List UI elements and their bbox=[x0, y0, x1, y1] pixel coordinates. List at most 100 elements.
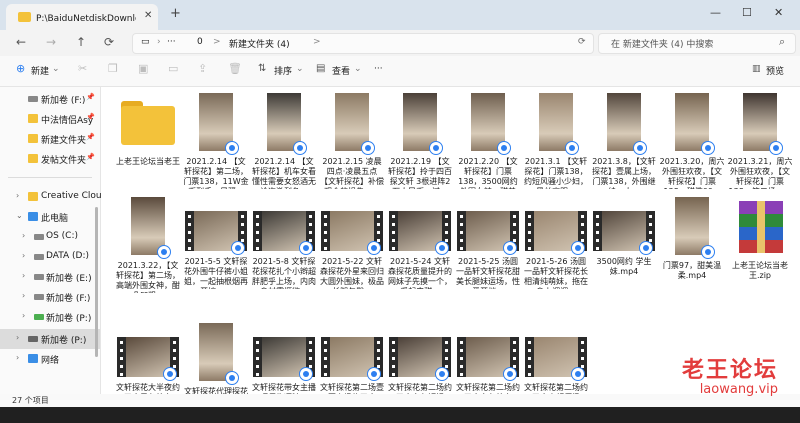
watermark: 老王论坛 laowang.vip bbox=[682, 352, 778, 397]
view-button[interactable]: 查看 bbox=[332, 64, 350, 77]
delete-icon[interactable]: 🗑 bbox=[228, 62, 242, 75]
address-bar[interactable]: ▭ › ··· 0 > 新建文件夹 (4) > ⟳ bbox=[132, 33, 594, 54]
sort-button[interactable]: 排序 bbox=[274, 64, 292, 77]
forward-button[interactable]: → bbox=[46, 35, 56, 49]
sidebar-item-drive-p[interactable]: › 新加卷 (P:) bbox=[0, 307, 100, 327]
computer-icon bbox=[28, 212, 38, 221]
file-name: 2021-5-8 文轩探花探花扎个小辫超胖肥乎上场，内肉身材需撅欲... bbox=[252, 257, 316, 289]
search-box[interactable]: 在 新建文件夹 (4) 中搜索 ⌕ bbox=[598, 33, 796, 54]
sidebar-item-folder[interactable]: 新建文件夹 📌 bbox=[0, 129, 100, 149]
file-item[interactable]: 2021.2.19 【文轩探花】拎于四百探文轩 3根进阵2万人民币，过... bbox=[388, 93, 452, 193]
paste-icon[interactable]: ▣ bbox=[138, 62, 148, 75]
file-item[interactable]: 门票97，甜美温柔.mp4 bbox=[661, 197, 723, 297]
sync-status-icon bbox=[633, 141, 647, 155]
navigation-bar: ← → ↑ ⟳ ▭ › ··· 0 > 新建文件夹 (4) > ⟳ 在 新建文件… bbox=[0, 30, 800, 56]
refresh-button[interactable]: ⟳ bbox=[104, 35, 114, 49]
minimize-button[interactable]: — bbox=[710, 6, 721, 19]
sync-status-icon bbox=[571, 241, 585, 255]
file-item[interactable]: 2021.2.15 凌晨四点·凌晨五点【文轩探花】补偿观众的损失，... bbox=[320, 93, 384, 193]
more-options-button[interactable]: ··· bbox=[374, 64, 383, 74]
folder-icon bbox=[121, 101, 175, 145]
maximize-button[interactable]: ☐ bbox=[742, 6, 752, 19]
path-more-button[interactable]: ··· bbox=[167, 37, 176, 47]
tab-title: P:\BaiduNetdiskDownload\新建 bbox=[36, 14, 136, 24]
new-tab-button[interactable]: + bbox=[170, 6, 181, 21]
file-item[interactable]: 文轩探花第二场约了个白色短裙 bbox=[388, 323, 452, 423]
rename-icon[interactable]: ▭ bbox=[168, 62, 178, 75]
search-input[interactable]: 在 新建文件夹 (4) 中搜索 bbox=[611, 37, 713, 50]
close-tab-icon[interactable]: ✕ bbox=[144, 10, 152, 21]
file-item[interactable]: 2021.3.21，周六外围狂欢夜，【文轩探花】门票138，第二场，... bbox=[728, 93, 792, 193]
file-item[interactable]: 文轩探花代理探花受命约操小熊 bbox=[184, 323, 248, 423]
file-item[interactable]: 2021-5-5 文轩探花外围牛仔裤小姐姐，一起抽根烟再开搞，... bbox=[184, 197, 248, 297]
file-item[interactable]: 2021-5-22 文轩森探花外星来回归大圆外围妹，极品长腿包臀... bbox=[320, 197, 384, 297]
preview-button[interactable]: 预览 bbox=[766, 64, 784, 77]
sidebar-item-drive-e[interactable]: › 新加卷 (E:) bbox=[0, 267, 100, 287]
refresh-icon[interactable]: ⟳ bbox=[578, 37, 586, 47]
scrollbar[interactable] bbox=[95, 207, 98, 357]
pin-icon: 📌 bbox=[86, 153, 95, 161]
file-item[interactable]: 文轩探花第二场约了个白色外套 bbox=[456, 323, 520, 423]
cloud-folder-icon bbox=[28, 192, 38, 201]
sidebar-item-label: 网络 bbox=[41, 356, 60, 366]
file-item[interactable]: 上老王论坛当老王 bbox=[116, 93, 180, 193]
sidebar-item-label: Creative Cloud bbox=[41, 191, 108, 201]
sidebar-item-creative-cloud[interactable]: › Creative Cloud bbox=[0, 187, 107, 207]
sidebar-item-drive-c[interactable]: › OS (C:) bbox=[0, 227, 100, 247]
cut-icon[interactable]: ✂ bbox=[78, 62, 87, 75]
sidebar-item-drive-f[interactable]: › 新加卷 (F:) bbox=[0, 287, 100, 307]
chevron-down-icon[interactable]: ⌄ bbox=[16, 211, 23, 220]
file-item[interactable]: 2021-5-24 文轩森探花质量提升的网妹子先摸一个，采起来甜... bbox=[388, 197, 452, 297]
drive-icon bbox=[34, 294, 44, 300]
file-item[interactable]: 上老王论坛当老王.zip bbox=[729, 197, 791, 297]
file-item[interactable]: 文轩探花带女主播旺仔牛逼糖一 bbox=[252, 323, 316, 423]
sidebar-item-drive-d[interactable]: › DATA (D:) bbox=[0, 247, 100, 267]
file-name: 上老王论坛当老王.zip bbox=[732, 261, 788, 280]
chevron-right-icon[interactable]: › bbox=[16, 333, 19, 342]
file-item[interactable]: 2021.2.14 【文轩探花】第二场，门票138，11W金币到手，风骚... bbox=[183, 93, 249, 193]
back-button[interactable]: ← bbox=[16, 35, 26, 49]
file-item[interactable]: 2021-5-25 汤圆一品轩文轩探花甜美长腿妹运场，性爱开档... bbox=[456, 197, 520, 297]
tab-current[interactable]: P:\BaiduNetdiskDownload\新建 ✕ bbox=[6, 4, 158, 30]
up-button[interactable]: ↑ bbox=[76, 35, 86, 49]
file-item[interactable]: 文轩探花大半夜约了个黑色外套 bbox=[116, 323, 180, 423]
sidebar-item-folder[interactable]: 中法情侣Asy 📌 bbox=[0, 109, 100, 129]
file-item[interactable]: 3500网约 学生妹.mp4 bbox=[593, 197, 655, 297]
copy-icon[interactable]: ❐ bbox=[108, 62, 118, 75]
chevron-right-icon[interactable]: › bbox=[22, 251, 25, 260]
sidebar-item-drive-p-selected[interactable]: › 新加卷 (P:) bbox=[0, 329, 100, 349]
chevron-right-icon[interactable]: › bbox=[16, 353, 19, 362]
chevron-down-icon[interactable]: ⌄ bbox=[354, 64, 362, 74]
chevron-down-icon[interactable]: ⌄ bbox=[52, 64, 60, 74]
sidebar-item-this-pc[interactable]: ⌄ 此电脑 bbox=[0, 207, 100, 227]
chevron-right-icon[interactable]: › bbox=[22, 231, 25, 240]
new-button[interactable]: 新建 bbox=[31, 64, 49, 77]
close-window-button[interactable]: ✕ bbox=[774, 6, 783, 19]
chevron-down-icon[interactable]: ⌄ bbox=[296, 64, 304, 74]
path-segment-root[interactable]: 0 bbox=[197, 37, 203, 47]
file-item[interactable]: 2021.3.20，周六外围狂欢夜，【文轩探花】门票138，甜撒00... bbox=[660, 93, 724, 193]
file-item[interactable]: 2021-5-26 汤圆一品轩文轩探花长相清纯萌妹，拖在身上调调... bbox=[524, 197, 588, 297]
file-item[interactable]: 2021.3.22，【文轩探花】第二场，高端外围女神，酣凸凹粗... bbox=[116, 197, 180, 297]
file-name: 2021.2.15 凌晨四点·凌晨五点【文轩探花】补偿观众的损失，... bbox=[320, 157, 384, 189]
path-separator: > bbox=[213, 37, 221, 47]
file-name: 上老王论坛当老王 bbox=[116, 157, 180, 166]
chevron-right-icon[interactable]: › bbox=[22, 311, 25, 320]
file-item[interactable]: 2021.3.1 【文轩探花】门票138，约短风骚小少妇，黑丝高跟... bbox=[524, 93, 588, 193]
sync-status-icon bbox=[503, 241, 517, 255]
file-item[interactable]: 2021-5-8 文轩探花探花扎个小辫超胖肥乎上场，内肉身材需撅欲... bbox=[252, 197, 316, 297]
chevron-right-icon[interactable]: › bbox=[16, 191, 19, 200]
chevron-right-icon[interactable]: › bbox=[22, 271, 25, 280]
chevron-right-icon[interactable]: › bbox=[22, 291, 25, 300]
sidebar-item-drive-f-pinned[interactable]: 新加卷 (F:) 📌 bbox=[0, 89, 100, 109]
network-icon bbox=[28, 354, 38, 363]
path-segment-current[interactable]: 新建文件夹 (4) bbox=[229, 37, 290, 50]
file-item[interactable]: 2021.3.8，【文轩探花】壹属上场，门票138，外围继续，大... bbox=[592, 93, 656, 193]
file-item[interactable]: 2021.2.20 【文轩探花】门票138，3500网约外围女神，甜美萌... bbox=[457, 93, 519, 193]
file-item[interactable]: 2021.2.14 【文轩探花】机车女看懂性需要女怒酒无论次激烈争... bbox=[252, 93, 316, 193]
file-item[interactable]: 文轩探花第二场壹哥上场约了个 bbox=[320, 323, 384, 423]
file-item[interactable]: 文轩探花第二场约了个高额僵极 bbox=[524, 323, 588, 423]
sidebar-item-network[interactable]: › 网络 bbox=[0, 349, 100, 369]
share-icon[interactable]: ⇪ bbox=[198, 62, 207, 75]
sidebar-item-folder[interactable]: 发帖文件夹 📌 bbox=[0, 149, 100, 169]
